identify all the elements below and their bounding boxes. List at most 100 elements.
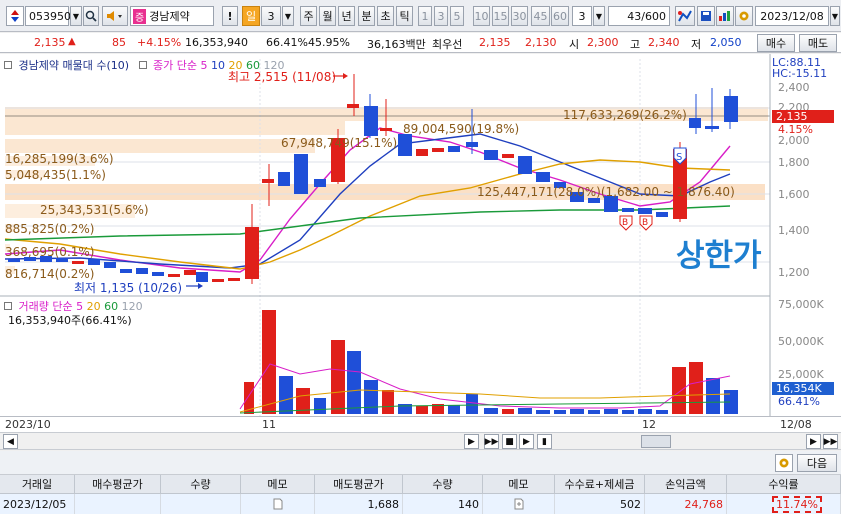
next-button[interactable]: 다음 (797, 454, 837, 472)
cell-sell-qty: 140 (403, 494, 483, 514)
candlesticks[interactable] (8, 74, 738, 284)
col-header[interactable]: 매수평균가 (75, 475, 161, 494)
data-count-field[interactable]: 43/600 (608, 6, 670, 26)
legend-checkbox[interactable] (4, 61, 12, 69)
col-header[interactable]: 수수료+제세금 (555, 475, 645, 494)
minute-60[interactable]: 60 (551, 6, 569, 26)
speaker-icon[interactable] (102, 6, 128, 26)
minute-3[interactable]: 3 (434, 6, 448, 26)
volume-bars[interactable] (244, 310, 738, 414)
chart-settings-icon[interactable] (675, 6, 695, 26)
minute-5[interactable]: 5 (450, 6, 464, 26)
price-axis-tick: 1,600 (778, 188, 810, 201)
price-axis-tick: 2,000 (778, 134, 810, 147)
settings-gear-icon[interactable] (775, 454, 793, 472)
col-header[interactable]: 메모 (483, 475, 555, 494)
stock-name-field[interactable]: 증 경남제약 (130, 6, 214, 26)
stop-icon[interactable]: ■ (502, 434, 517, 449)
fast-forward-icon[interactable]: ▶▶ (484, 434, 499, 449)
stock-code-input[interactable]: 053950 (25, 6, 71, 26)
x-axis-label: 11 (262, 418, 276, 431)
minute-1[interactable]: 1 (418, 6, 432, 26)
volume-axis-tick: 75,000K (778, 298, 824, 311)
col-header[interactable]: 수량 (161, 475, 241, 494)
col-header[interactable]: 수량 (403, 475, 483, 494)
exclaim-button[interactable]: ! (222, 6, 238, 26)
current-price: 2,135 (34, 36, 66, 49)
period-week[interactable]: 주 (300, 6, 317, 26)
cell-return: 11.74% (727, 494, 841, 514)
cell-sell-avg: 1,688 (315, 494, 403, 514)
buy-button[interactable]: 매수 (757, 34, 795, 52)
sell-button[interactable]: 매도 (799, 34, 837, 52)
scroll-end-icon[interactable]: ▶▶ (823, 434, 838, 449)
col-header[interactable]: 손익금액 (645, 475, 727, 494)
volume-profile-label: 368,695(0.1%) (5, 245, 95, 259)
minute-45[interactable]: 45 (531, 6, 550, 26)
ma-legend-checkbox[interactable] (138, 61, 147, 69)
period-month[interactable]: 월 (319, 6, 336, 26)
low-label: 저 (691, 38, 702, 51)
signal-badge-buy[interactable]: B (619, 215, 633, 231)
cell-profit: 24,768 (645, 494, 727, 514)
price-chart-area[interactable]: S B B 경남제약 매물대 수(10) 종가 단순 5 10 20 60 12… (0, 54, 841, 417)
scroll-right-icon[interactable]: ▶ (806, 434, 821, 449)
gear-icon[interactable] (735, 6, 753, 26)
scroll-thumb[interactable] (641, 435, 671, 448)
period-value[interactable]: 3 (261, 6, 281, 26)
volume-profile-label: 16,285,199(3.6%) (5, 152, 114, 166)
date-picker-icon[interactable]: ▼ (830, 6, 840, 26)
volume-tag: 16,354K (772, 382, 834, 395)
period-tick[interactable]: 틱 (396, 6, 413, 26)
volume-ratio: 66.41% (266, 36, 308, 49)
volume-legend-checkbox[interactable] (4, 302, 12, 310)
interval-select[interactable]: 3 (572, 6, 592, 26)
change-arrow: ▲ (68, 36, 76, 47)
period-dropdown-icon[interactable]: ▼ (282, 6, 294, 26)
ma-label[interactable]: 종가 단순 (153, 59, 197, 72)
col-header[interactable]: 거래일 (0, 475, 75, 494)
cell-sell-memo[interactable] (483, 494, 555, 514)
chart-type-icon[interactable] (716, 6, 734, 26)
period-second[interactable]: 초 (377, 6, 394, 26)
return-highlight: 11.74% (772, 495, 822, 513)
period-minute[interactable]: 분 (358, 6, 375, 26)
interval-dropdown-icon[interactable]: ▼ (593, 6, 605, 26)
data-count: 43 (627, 9, 642, 23)
scroll-left-icon[interactable]: ◀ (3, 434, 18, 449)
minute-15[interactable]: 15 (492, 6, 509, 26)
period-year[interactable]: 년 (338, 6, 355, 26)
turnover-ratio: 45.95% (308, 36, 350, 49)
col-header[interactable]: 매도평균가 (315, 475, 403, 494)
cell-buy-qty (161, 494, 241, 514)
play-icon[interactable]: ▶ (519, 434, 534, 449)
code-dropdown-icon[interactable]: ▼ (70, 6, 82, 26)
open-label: 시 (569, 38, 580, 51)
market-badge: 증 (133, 8, 147, 24)
cell-date[interactable]: 2023/12/05 (0, 494, 75, 514)
minute-30[interactable]: 30 (511, 6, 528, 26)
search-icon[interactable] (83, 6, 99, 26)
volume-profile-label: 67,948,749(15.1%) (281, 136, 398, 150)
chart-title[interactable]: 경남제약 매물대 수(10) (19, 59, 130, 72)
memo-edit-icon[interactable] (514, 498, 524, 510)
scroll-right-small-icon[interactable]: ▶ (464, 434, 479, 449)
signal-badge-buy[interactable]: B (639, 215, 653, 231)
memo-icon[interactable] (273, 498, 283, 510)
volume-profile-label: 5,048,435(1.1%) (5, 168, 106, 182)
minute-10[interactable]: 10 (473, 6, 490, 26)
save-icon[interactable] (697, 6, 715, 26)
chart-scrollbar[interactable]: ◀ ▶ ▶▶ ■ ▶ ▮ ▶ ▶▶ (0, 432, 841, 450)
period-day-button[interactable]: 일 (242, 6, 260, 26)
cell-buy-memo[interactable] (241, 494, 315, 514)
low-marker-label: 최저 1,135 (10/26) (74, 281, 183, 295)
best-offer-label: 최우선 (432, 38, 463, 51)
up-down-arrows-icon[interactable] (6, 6, 24, 26)
zoom-in-icon[interactable]: ▮ (537, 434, 552, 449)
volume-axis-tick: 25,000K (778, 368, 824, 381)
col-header[interactable]: 메모 (241, 475, 315, 494)
date-field[interactable]: 2023/12/08 (755, 6, 829, 26)
ma-period-5: 5 (200, 59, 208, 72)
col-header[interactable]: 수익률 (727, 475, 841, 494)
x-axis-label: 12 (642, 418, 656, 431)
